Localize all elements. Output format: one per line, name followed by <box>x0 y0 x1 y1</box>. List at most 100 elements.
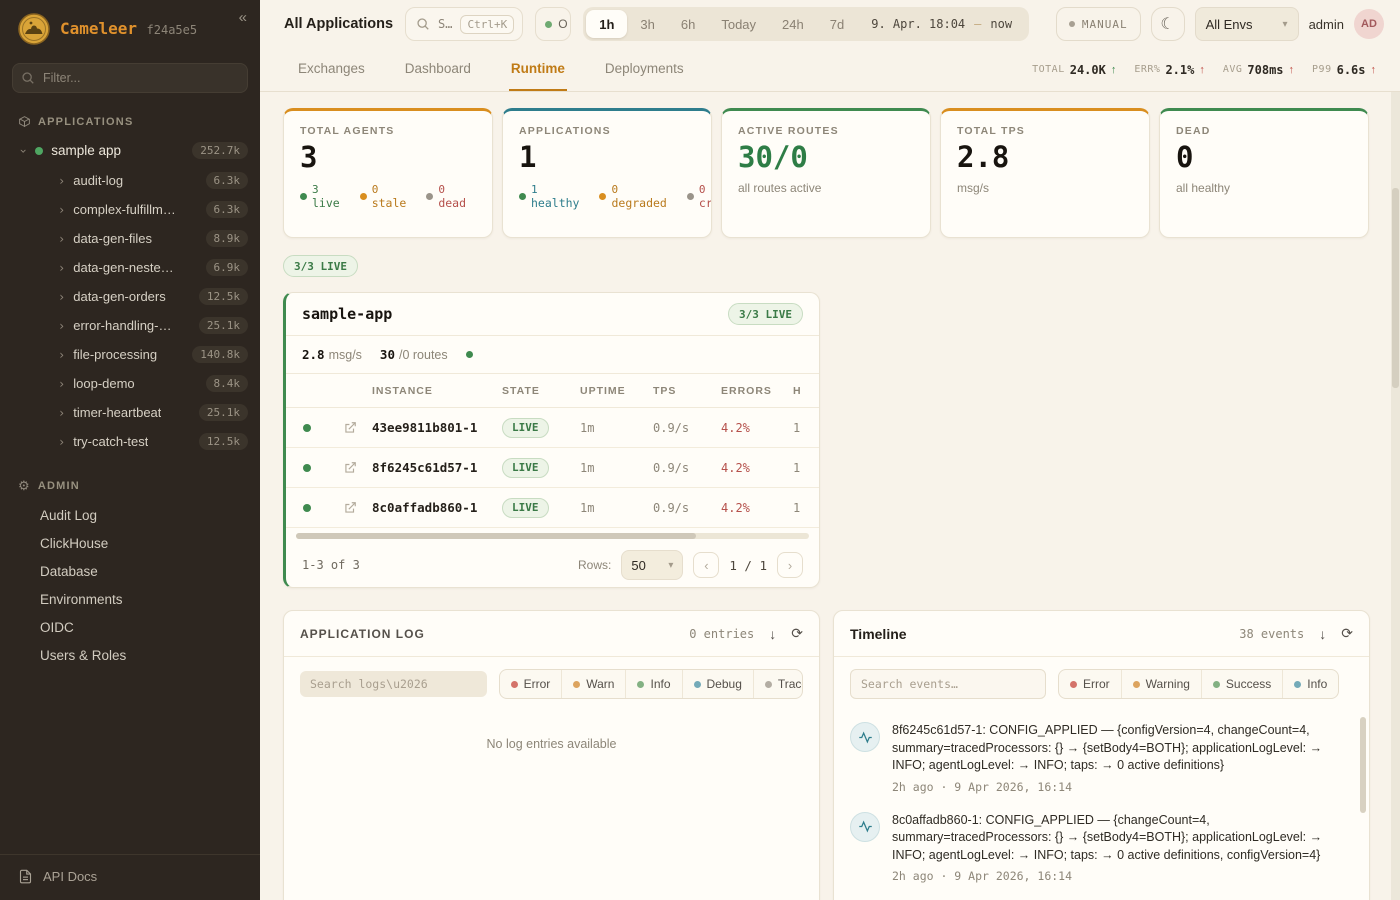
rows-per-page-select[interactable]: 50 ▾ <box>621 550 683 580</box>
timeline-event[interactable]: 43ee9811b801-1: CONFIG_APPLIED — {change… <box>850 892 1351 900</box>
substat-text: 3live <box>312 183 340 210</box>
gear-icon: ⚙ <box>18 478 31 494</box>
collapse-sidebar-icon[interactable]: « <box>239 9 247 26</box>
date-range-display[interactable]: 9. Apr. 18:04 — now <box>857 17 1026 31</box>
admin-item-audit-log[interactable]: Audit Log <box>0 501 260 529</box>
connection-status-pill[interactable]: O <box>535 7 571 41</box>
time-range-24h[interactable]: 24h <box>769 10 817 38</box>
timeline-event[interactable]: 8c0affadb860-1: CONFIG_APPLIED — {change… <box>850 803 1351 893</box>
chevron-right-icon: › <box>58 407 65 419</box>
admin-item-database[interactable]: Database <box>0 557 260 585</box>
uptime-cell: 1m <box>580 461 653 475</box>
download-icon[interactable]: ↓ <box>1319 626 1326 642</box>
tps-cell: 0.9/s <box>653 421 721 435</box>
avatar[interactable]: AD <box>1354 9 1384 39</box>
card-value: 0 <box>1176 141 1352 174</box>
time-range-today[interactable]: Today <box>708 10 769 38</box>
filter-chip-success[interactable]: Success <box>1201 670 1282 698</box>
application-card: sample-app 3/3 LIVE 2.8 msg/s 30 /0 rout… <box>283 292 820 588</box>
admin-item-users-roles[interactable]: Users & Roles <box>0 641 260 669</box>
summary-stats: TOTAL24.0K↑ERR%2.1%↑AVG708ms↑P996.6s↑ <box>1032 63 1376 77</box>
substat-text: 0criti <box>699 183 712 210</box>
table-row[interactable]: 43ee9811b801-1LIVE1m0.9/s4.2%1 <box>286 408 819 448</box>
tab-exchanges[interactable]: Exchanges <box>296 48 367 91</box>
filter-input[interactable] <box>12 63 248 93</box>
timeline-scrollbar-thumb[interactable] <box>1360 717 1366 813</box>
table-row[interactable]: 8f6245c61d57-1LIVE1m0.9/s4.2%1 <box>286 448 819 488</box>
event-message: 8f6245c61d57-1: CONFIG_APPLIED — {config… <box>892 722 1351 775</box>
chevron-down-icon: ▾ <box>1283 19 1288 30</box>
log-search-input[interactable] <box>300 671 487 697</box>
admin-item-oidc[interactable]: OIDC <box>0 613 260 641</box>
sidebar-item-audit-log[interactable]: ›audit-log6.3k <box>0 166 260 195</box>
sidebar-item-file-processing[interactable]: ›file-processing140.8k <box>0 340 260 369</box>
filter-chip-warn[interactable]: Warn <box>561 670 625 698</box>
time-range-7d[interactable]: 7d <box>817 10 857 38</box>
refresh-icon[interactable]: ⟳ <box>1341 625 1353 642</box>
dark-mode-toggle[interactable]: ☾ <box>1151 7 1185 41</box>
instance-id: 43ee9811b801-1 <box>372 420 502 435</box>
stat-label: ERR% <box>1134 64 1160 75</box>
environment-select[interactable]: All Envs ▾ <box>1195 7 1299 41</box>
trend-up-icon: ↑ <box>1371 64 1377 76</box>
application-card-header: sample-app 3/3 LIVE <box>286 293 819 336</box>
external-link-button[interactable] <box>343 501 357 515</box>
download-icon[interactable]: ↓ <box>769 626 776 642</box>
table-row[interactable]: 8c0affadb860-1LIVE1m0.9/s4.2%1 <box>286 488 819 528</box>
previous-page-button[interactable]: ‹ <box>693 552 719 578</box>
manual-refresh-button[interactable]: MANUAL <box>1056 7 1141 41</box>
external-link-button[interactable] <box>343 461 357 475</box>
time-range-3h[interactable]: 3h <box>627 10 667 38</box>
time-range-1h[interactable]: 1h <box>586 10 627 38</box>
horizontal-scrollbar-thumb[interactable] <box>296 533 696 539</box>
log-panel-header: APPLICATION LOG 0 entries ↓ ⟳ <box>284 611 819 657</box>
sidebar-item-data-gen-files[interactable]: ›data-gen-files8.9k <box>0 224 260 253</box>
tab-runtime[interactable]: Runtime <box>509 48 567 91</box>
routes-label: /0 routes <box>399 348 448 362</box>
sidebar-item-sample-app[interactable]: › sample app 252.7k <box>0 135 260 166</box>
external-link-icon <box>343 461 357 475</box>
filter-chip-debug[interactable]: Debug <box>682 670 753 698</box>
card-value: 1 <box>519 141 695 174</box>
api-docs-link[interactable]: API Docs <box>0 854 260 900</box>
filter-chip-warning[interactable]: Warning <box>1121 670 1201 698</box>
tab-deployments[interactable]: Deployments <box>603 48 686 91</box>
sidebar-item-data-gen-orders[interactable]: ›data-gen-orders12.5k <box>0 282 260 311</box>
sidebar-item-data-gen-neste[interactable]: ›data-gen-neste…6.9k <box>0 253 260 282</box>
online-status-dot <box>545 21 552 28</box>
date-to: now <box>990 17 1012 31</box>
tab-dashboard[interactable]: Dashboard <box>403 48 473 91</box>
admin-section-header: ⚙ ADMIN <box>0 468 260 501</box>
status-dot <box>303 424 311 432</box>
filter-chip-info[interactable]: Info <box>1282 670 1338 698</box>
filter-chip-trace[interactable]: Trace <box>753 670 803 698</box>
sidebar-item-timer-heartbeat[interactable]: ›timer-heartbeat25.1k <box>0 398 260 427</box>
admin-item-environments[interactable]: Environments <box>0 585 260 613</box>
admin-item-clickhouse[interactable]: ClickHouse <box>0 529 260 557</box>
state-cell: LIVE <box>502 418 580 438</box>
refresh-icon[interactable]: ⟳ <box>791 625 803 642</box>
timeline-event[interactable]: 8f6245c61d57-1: CONFIG_APPLIED — {config… <box>850 713 1351 803</box>
external-link-button[interactable] <box>343 421 357 435</box>
filter-chip-error[interactable]: Error <box>1059 670 1121 698</box>
time-range-6h[interactable]: 6h <box>668 10 708 38</box>
global-search-button[interactable]: S… Ctrl+K <box>405 7 523 41</box>
substat-stale: 0stale <box>360 183 407 210</box>
sidebar-item-error-handling[interactable]: ›error-handling-…25.1k <box>0 311 260 340</box>
instances-table-body: 43ee9811b801-1LIVE1m0.9/s4.2%18f6245c61d… <box>286 408 819 528</box>
substat-value: 3 <box>312 183 340 196</box>
filter-chip-error[interactable]: Error <box>500 670 562 698</box>
substat-label: live <box>312 197 340 211</box>
sidebar-item-loop-demo[interactable]: ›loop-demo8.4k <box>0 369 260 398</box>
tabs-bar: ExchangesDashboardRuntimeDeployments TOT… <box>260 48 1400 92</box>
status-dot <box>35 147 43 155</box>
filter-chip-info[interactable]: Info <box>625 670 681 698</box>
next-page-button[interactable]: › <box>777 552 803 578</box>
search-icon <box>416 17 430 31</box>
timeline-search-input[interactable] <box>850 669 1046 699</box>
sidebar-item-complex-fulfillm[interactable]: ›complex-fulfillm…6.3k <box>0 195 260 224</box>
sidebar-item-try-catch-test[interactable]: ›try-catch-test12.5k <box>0 427 260 456</box>
chip-label: Warn <box>586 677 614 691</box>
chip-dot <box>511 681 518 688</box>
page-scrollbar-thumb[interactable] <box>1392 188 1399 388</box>
